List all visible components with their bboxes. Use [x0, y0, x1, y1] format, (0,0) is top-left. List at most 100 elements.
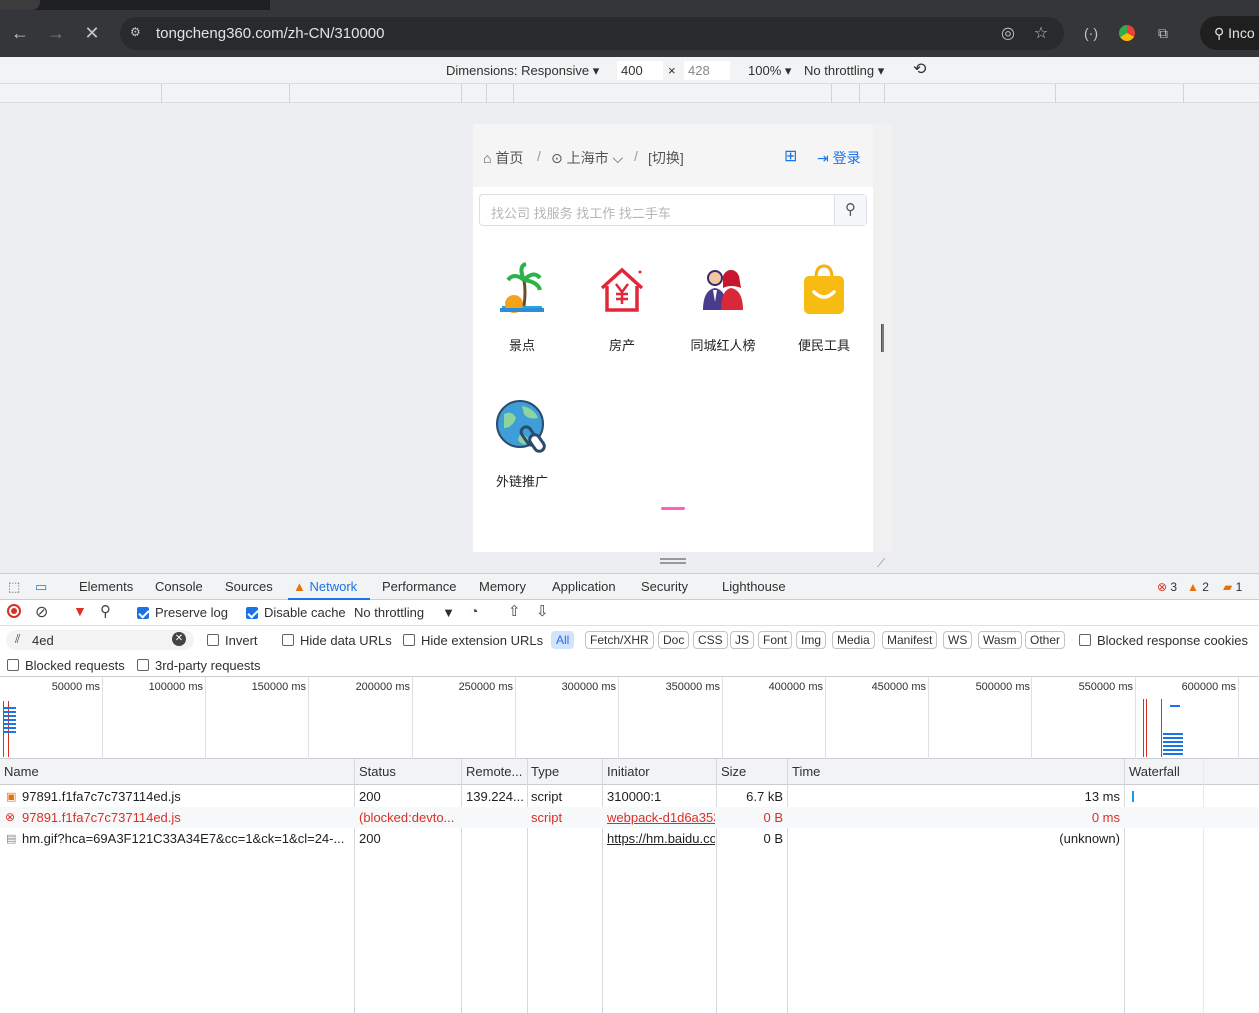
error-counter[interactable]: ⊗ 3 [1157, 580, 1177, 594]
category-hongrenbang[interactable]: 同城红人榜 [673, 262, 773, 354]
city-selector[interactable]: ⊙ 上海市 ⌵ [551, 148, 623, 168]
table-row[interactable]: ⊗ 97891.f1fa7c7c737114ed.js (blocked:dev… [0, 807, 1259, 828]
blocked-response-cookies-checkbox[interactable] [1079, 634, 1091, 646]
type-filter-css[interactable]: CSS [693, 631, 728, 649]
back-icon[interactable]: ← [8, 21, 32, 45]
table-row[interactable]: ▣ 97891.f1fa7c7c737114ed.js 200 139.224.… [0, 786, 1259, 807]
hide-extension-urls-label: Hide extension URLs [421, 633, 544, 648]
category-fangchan[interactable]: 房产 [572, 262, 672, 354]
clear-filter-icon[interactable]: ✕ [172, 632, 186, 646]
city-switch-link[interactable]: [切换] [648, 148, 684, 168]
tab-console[interactable]: Console [155, 579, 203, 594]
tab-network[interactable]: ▲ Network [293, 579, 357, 594]
type-filter-fetch[interactable]: Fetch/XHR [585, 631, 654, 649]
tab-lighthouse[interactable]: Lighthouse [722, 579, 786, 594]
request-initiator[interactable]: webpack-d1d6a353 [607, 810, 715, 825]
request-initiator[interactable]: 310000:1 [607, 789, 715, 804]
resize-handle-corner[interactable]: ⟋ [877, 556, 885, 571]
device-toggle-icon[interactable]: ▭ [35, 579, 47, 595]
eye-off-icon[interactable]: ◎ [997, 23, 1019, 45]
browser-tab[interactable] [0, 0, 40, 10]
column-time[interactable]: Time [792, 764, 820, 779]
column-status[interactable]: Status [359, 764, 396, 779]
column-type[interactable]: Type [531, 764, 559, 779]
chrome-extension-icon[interactable] [1117, 23, 1137, 43]
tab-security[interactable]: Security [641, 579, 688, 594]
type-filter-other[interactable]: Other [1025, 631, 1066, 649]
loading-indicator [661, 507, 685, 510]
inspect-element-icon[interactable]: ⬚ [8, 579, 20, 595]
import-har-icon[interactable]: ⇧ [508, 602, 521, 620]
search-input[interactable]: 找公司 找服务 找工作 找二手车 [491, 203, 671, 222]
width-input[interactable] [617, 61, 663, 80]
throttle-select[interactable]: No throttling ▾ [804, 63, 884, 79]
site-settings-icon[interactable]: ⚙ [130, 25, 148, 41]
type-filter-font[interactable]: Font [758, 631, 793, 649]
request-status: 200 [359, 831, 381, 846]
search-icon[interactable]: ⚲ [100, 602, 111, 620]
browser-tab-active[interactable] [270, 0, 1259, 10]
type-filter-ws[interactable]: WS [943, 631, 973, 649]
category-external-links[interactable]: 外链推广 [473, 398, 572, 490]
type-filter-doc[interactable]: Doc [658, 631, 690, 649]
column-size[interactable]: Size [721, 764, 746, 779]
stop-loading-icon[interactable]: ✕ [80, 21, 104, 45]
resize-handle-bottom[interactable] [660, 558, 686, 564]
type-filter-manifest[interactable]: Manifest [882, 631, 938, 649]
search-icon[interactable]: ⚲ [834, 195, 866, 225]
type-filter-all[interactable]: All [551, 631, 575, 649]
tab-application[interactable]: Application [552, 579, 616, 594]
request-initiator[interactable]: https://hm.baidu.co [607, 831, 715, 846]
third-party-checkbox[interactable] [137, 659, 149, 671]
type-filter-wasm[interactable]: Wasm [978, 631, 1022, 649]
warning-counter[interactable]: ▲ 2 [1187, 580, 1209, 594]
puzzle-icon[interactable]: ⧉ [1153, 23, 1173, 43]
hide-extension-urls-checkbox[interactable] [403, 634, 415, 646]
request-time: 13 ms [1084, 789, 1120, 804]
tab-elements[interactable]: Elements [79, 579, 133, 594]
preserve-log-checkbox[interactable] [137, 607, 149, 619]
breadcrumb-home[interactable]: ⌂ 首页 [483, 148, 523, 168]
login-link[interactable]: ⇥ 登录 [817, 148, 861, 168]
hide-data-urls-checkbox[interactable] [282, 634, 294, 646]
category-bianmin-tools[interactable]: 便民工具 [774, 262, 873, 354]
tab-performance[interactable]: Performance [382, 579, 456, 594]
forward-icon[interactable]: → [44, 21, 68, 45]
type-filter-img[interactable]: Img [796, 631, 827, 649]
blocked-requests-checkbox[interactable] [7, 659, 19, 671]
category-jingdian[interactable]: 景点 [473, 262, 572, 354]
viewport-scrollbar[interactable] [873, 124, 892, 552]
tab-sources[interactable]: Sources [225, 579, 273, 594]
type-filter-js[interactable]: JS [730, 631, 755, 649]
column-waterfall[interactable]: Waterfall [1129, 764, 1180, 779]
search-box[interactable]: 找公司 找服务 找工作 找二手车 ⚲ [479, 194, 867, 226]
bookmark-star-icon[interactable]: ☆ [1030, 23, 1052, 45]
publish-icon[interactable]: ⊞ [784, 146, 797, 166]
network-overview[interactable]: 50000 ms 100000 ms 150000 ms 200000 ms 2… [0, 677, 1259, 759]
extension-icon[interactable]: (·) [1081, 23, 1101, 43]
column-initiator[interactable]: Initiator [607, 764, 650, 779]
column-remote[interactable]: Remote... [466, 764, 522, 779]
height-input[interactable] [684, 61, 730, 80]
zoom-select[interactable]: 100% ▾ [748, 63, 791, 79]
throttling-select[interactable]: No throttling ▼ [354, 605, 455, 620]
address-bar[interactable]: ⚙ tongcheng360.com/zh-CN/310000 ◎ ☆ [120, 17, 1064, 50]
filter-input[interactable]: ⫽ 4ed ✕ [6, 630, 194, 650]
export-har-icon[interactable]: ⇩ [536, 602, 549, 620]
tab-memory[interactable]: Memory [479, 579, 526, 594]
dimensions-select[interactable]: Dimensions: Responsive ▾ [446, 63, 599, 79]
column-name[interactable]: Name [4, 764, 39, 779]
clear-icon[interactable]: ⊘ [35, 602, 48, 622]
filter-icon[interactable]: ▼ [73, 603, 87, 619]
table-row[interactable]: ▤ hm.gif?hca=69A3F121C33A34E7&cc=1&ck=1&… [0, 828, 1259, 849]
record-icon[interactable] [7, 604, 21, 618]
type-filter-media[interactable]: Media [832, 631, 875, 649]
rotate-icon[interactable]: ⟲ [913, 59, 926, 79]
url-text[interactable]: tongcheng360.com/zh-CN/310000 [156, 25, 385, 42]
invert-checkbox[interactable] [207, 634, 219, 646]
issues-counter[interactable]: ▰ 1 [1223, 580, 1242, 594]
scrollbar-thumb[interactable] [881, 324, 884, 352]
incognito-badge[interactable]: ⚲ Inco [1200, 16, 1259, 50]
network-conditions-icon[interactable]: ◔ [470, 603, 478, 619]
disable-cache-checkbox[interactable] [246, 607, 258, 619]
